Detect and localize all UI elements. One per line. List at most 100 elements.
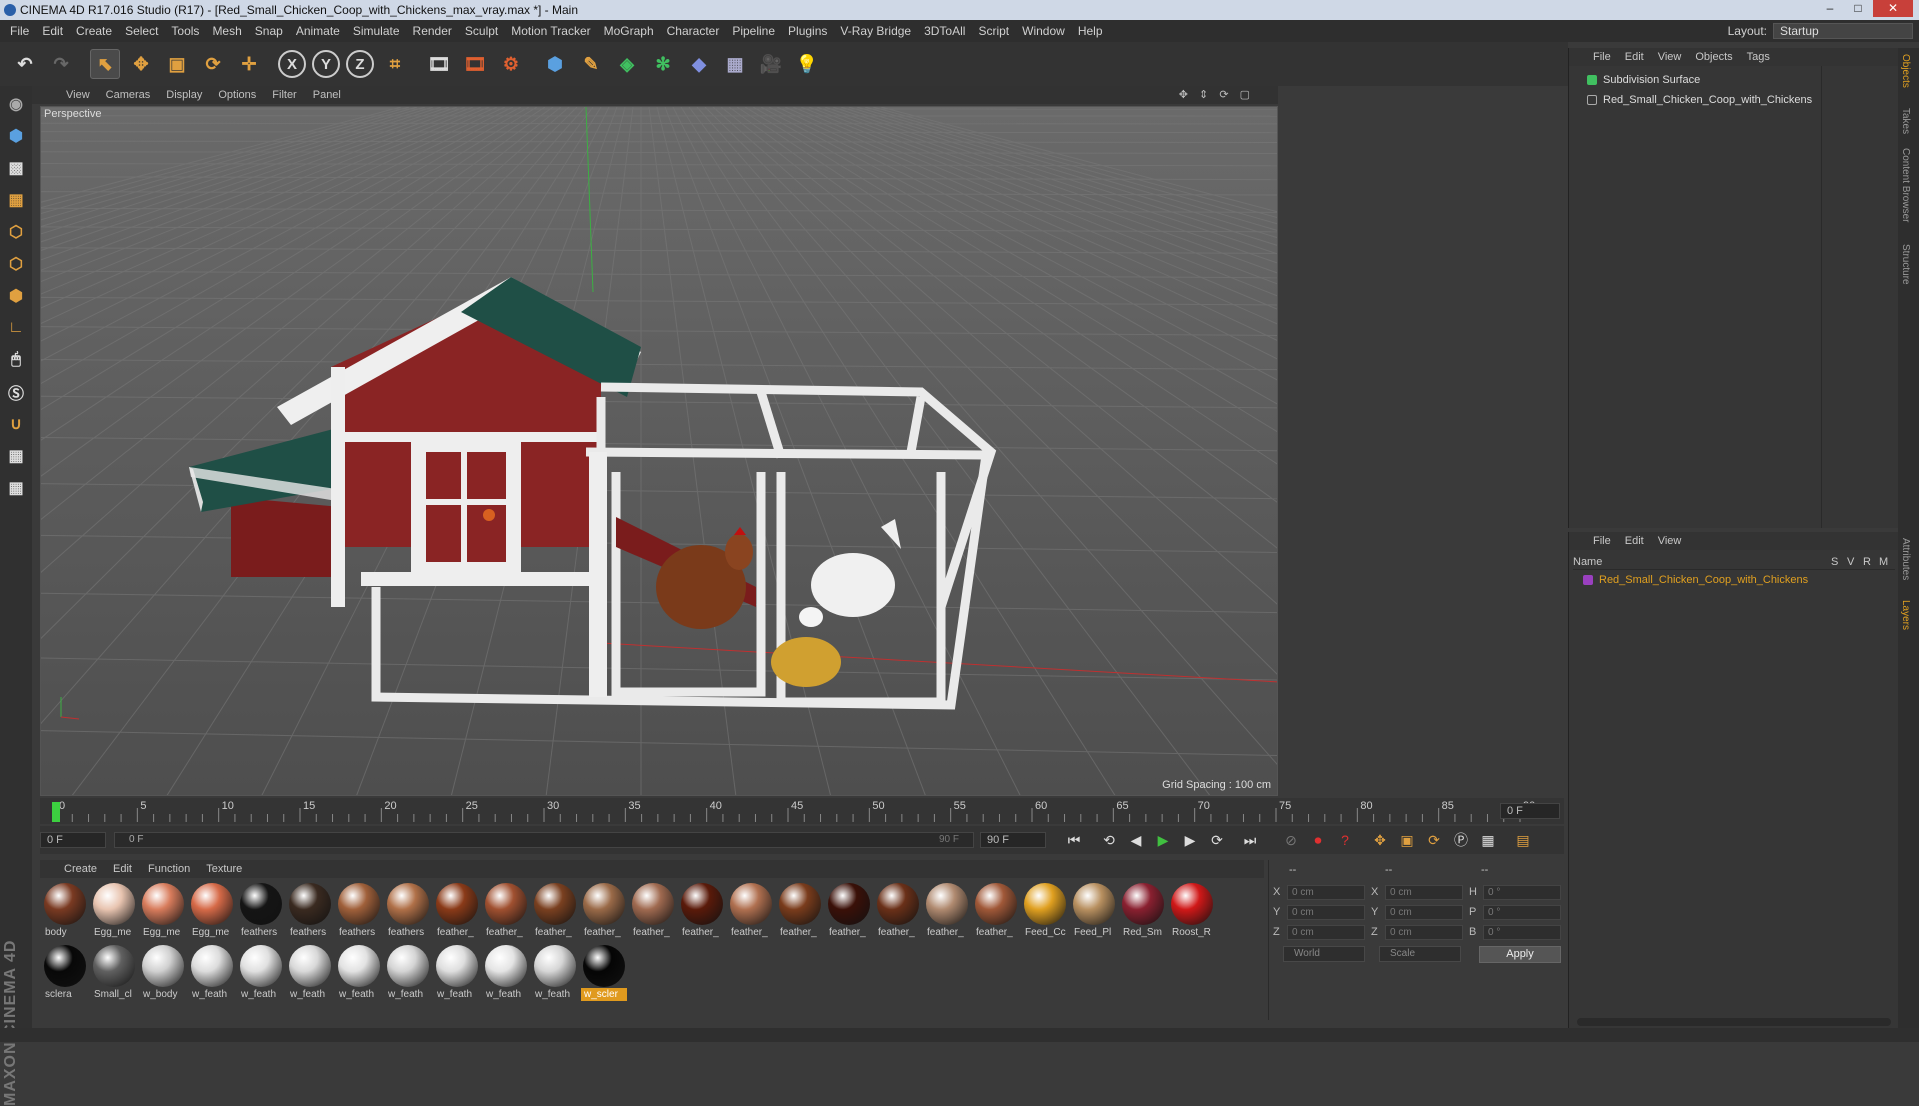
move-icon[interactable]: ✥ [126,49,156,79]
render-picture-viewer-icon[interactable]: 🎞 [460,49,490,79]
live-selection-icon[interactable]: ⬉ [90,49,120,79]
menu-3dtoall[interactable]: 3DToAll [924,24,965,38]
material-swatch[interactable]: feather_ [826,882,872,940]
object-menu-view[interactable]: View [1658,51,1682,63]
tab-takes[interactable]: Takes [1900,108,1911,134]
object-menu-file[interactable]: File [1593,51,1611,63]
previous-key-icon[interactable]: ⟲ [1097,829,1121,851]
spline-pen-icon[interactable]: ✎ [576,49,606,79]
previous-frame-icon[interactable]: ◀ [1124,829,1148,851]
menu-create[interactable]: Create [76,24,112,38]
material-swatch[interactable]: body [42,882,88,940]
key-parameter-icon[interactable]: Ⓟ [1449,829,1473,851]
apply-button[interactable]: Apply [1479,946,1561,963]
object-mode-icon[interactable]: ⬢ [2,122,30,150]
menu-render[interactable]: Render [413,24,452,38]
coordinate-system-icon[interactable]: ⌗ [380,49,410,79]
layer-menu-view[interactable]: View [1658,535,1682,547]
close-button[interactable]: ✕ [1873,0,1913,17]
menu-mograph[interactable]: MoGraph [604,24,654,38]
size-z-field[interactable]: 0 cm [1385,925,1463,940]
viewport-menu-cameras[interactable]: Cameras [106,89,151,101]
tab-objects[interactable]: Objects [1900,54,1911,88]
viewport-menu-options[interactable]: Options [218,89,256,101]
menu-snap[interactable]: Snap [255,24,283,38]
go-to-end-icon[interactable]: ⏭ [1238,829,1262,851]
menu-file[interactable]: File [10,24,29,38]
size-mode-dropdown[interactable]: Scale [1379,946,1461,962]
current-frame-field[interactable]: 0 F [40,832,106,848]
material-swatch[interactable]: feather_ [483,882,529,940]
material-menu-edit[interactable]: Edit [113,863,132,875]
transform-icon[interactable]: ✛ [234,49,264,79]
rotation-h-field[interactable]: 0 ° [1483,885,1561,900]
workplane-icon[interactable]: ▦ [2,186,30,214]
menu-animate[interactable]: Animate [296,24,340,38]
menu-help[interactable]: Help [1078,24,1103,38]
tab-content-browser[interactable]: Content Browser [1900,148,1911,222]
layer-menu-file[interactable]: File [1593,535,1611,547]
material-swatch[interactable]: feather_ [532,882,578,940]
material-swatch[interactable]: sclera [42,944,88,1002]
menu-edit[interactable]: Edit [42,24,63,38]
position-z-field[interactable]: 0 cm [1287,925,1365,940]
tab-attributes[interactable]: Attributes [1900,538,1911,580]
material-swatch[interactable]: feather_ [630,882,676,940]
material-swatch[interactable]: w_feath [532,944,578,1002]
array-icon[interactable]: ✻ [648,49,678,79]
points-mode-icon[interactable]: ⬡ [2,218,30,246]
axis-mode-icon[interactable]: ∟ [2,314,30,342]
key-scale-icon[interactable]: ▣ [1395,829,1419,851]
scale-icon[interactable]: ▣ [162,49,192,79]
material-swatch[interactable]: w_feath [434,944,480,1002]
object-row-chicken-coop[interactable]: Red_Small_Chicken_Coop_with_Chickens [1587,92,1812,108]
material-swatch[interactable]: feather_ [434,882,480,940]
frame-range-slider[interactable]: 0 F 90 F [114,832,974,848]
viewport-menu-display[interactable]: Display [166,89,202,101]
paint-icon[interactable]: ▦ [2,474,30,502]
lock-workplane-icon[interactable]: ▦ [2,442,30,470]
key-rotation-icon[interactable]: ⟳ [1422,829,1446,851]
position-y-field[interactable]: 0 cm [1287,905,1365,920]
undo-icon[interactable]: ↶ [10,49,40,79]
layer-row[interactable]: Red_Small_Chicken_Coop_with_Chickens [1583,572,1808,588]
timeline-ruler[interactable]: 051015202530354045505560657075808590 0 F [40,798,1564,824]
material-swatch[interactable]: Egg_me [91,882,137,940]
material-swatch[interactable]: Feed_Cc [1022,882,1068,940]
material-menu-texture[interactable]: Texture [206,863,242,875]
floor-icon[interactable]: ▦ [720,49,750,79]
material-swatch[interactable]: Feed_Pl [1071,882,1117,940]
material-swatch[interactable]: feathers [385,882,431,940]
play-icon[interactable]: ▶ [1151,829,1175,851]
next-frame-icon[interactable]: ▶ [1178,829,1202,851]
object-menu-objects[interactable]: Objects [1695,51,1732,63]
material-swatch[interactable]: feather_ [581,882,627,940]
rotation-b-field[interactable]: 0 ° [1483,925,1561,940]
record-active-icon[interactable]: ⏺ [1306,829,1330,851]
key-position-icon[interactable]: ✥ [1368,829,1392,851]
material-swatch[interactable]: w_body [140,944,186,1002]
material-swatch[interactable]: feather_ [875,882,921,940]
material-menu-create[interactable]: Create [64,863,97,875]
object-menu-edit[interactable]: Edit [1625,51,1644,63]
menu-mesh[interactable]: Mesh [212,24,241,38]
material-swatch[interactable]: Red_Sm [1120,882,1166,940]
autokey-icon[interactable]: ? [1333,829,1357,851]
menu-pipeline[interactable]: Pipeline [732,24,775,38]
tab-layers[interactable]: Layers [1900,600,1911,630]
maximize-button[interactable]: □ [1845,0,1871,17]
menu-motion-tracker[interactable]: Motion Tracker [511,24,590,38]
menu-window[interactable]: Window [1022,24,1065,38]
light-icon[interactable]: 💡 [792,49,822,79]
menu-simulate[interactable]: Simulate [353,24,400,38]
object-row-subdivision-surface[interactable]: Subdivision Surface [1587,72,1700,88]
material-swatch[interactable]: feather_ [679,882,725,940]
material-swatch[interactable]: w_feath [238,944,284,1002]
menu-sculpt[interactable]: Sculpt [465,24,498,38]
coordinate-mode-dropdown[interactable]: World [1283,946,1365,962]
material-swatch[interactable]: feather_ [973,882,1019,940]
material-swatch[interactable]: w_scler [581,944,627,1002]
material-swatch[interactable]: w_feath [483,944,529,1002]
nurbs-icon[interactable]: ◈ [612,49,642,79]
motion-record-icon[interactable]: ⊘ [1279,829,1303,851]
